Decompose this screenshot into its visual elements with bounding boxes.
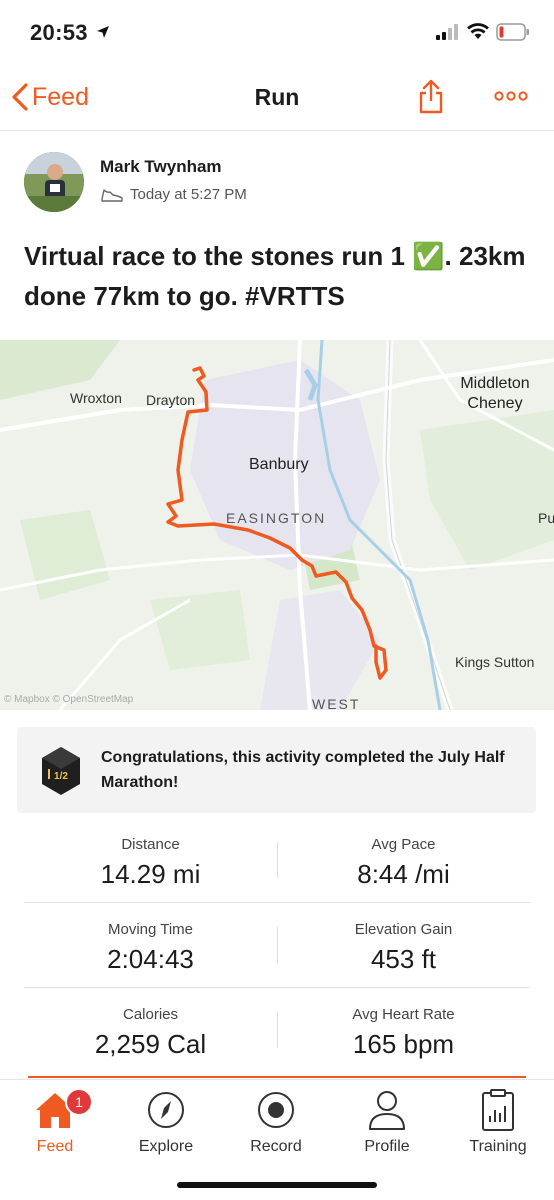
status-time: 20:53 <box>30 20 88 45</box>
wifi-icon <box>467 23 489 39</box>
stat-elevation-gain: Elevation Gain 453 ft <box>277 921 530 975</box>
tab-icon-wrap <box>337 1086 437 1134</box>
avatar-image <box>24 152 84 212</box>
cellular-signal-icon <box>436 24 458 40</box>
stats-row: Moving Time 2:04:43 Elevation Gain 453 f… <box>24 903 530 988</box>
map-label-wroxton: Wroxton <box>70 390 122 406</box>
page-title: Run <box>254 84 300 110</box>
tab-label: Feed <box>36 1138 74 1155</box>
stat-moving-time: Moving Time 2:04:43 <box>24 921 277 975</box>
stats-row: Distance 14.29 mi Avg Pace 8:44 /mi <box>24 818 530 903</box>
athlete-name[interactable]: Mark Twynham <box>100 157 222 177</box>
battery-low-icon <box>496 23 529 41</box>
badge-label: 1/2 <box>54 771 68 782</box>
achievement-text: Congratulations, this activity completed… <box>101 749 505 791</box>
stats-row: Calories 2,259 Cal Avg Heart Rate 165 bp… <box>24 988 530 1072</box>
map-label-middleton-cheney: Middleton Cheney <box>460 375 530 412</box>
compass-icon <box>148 1092 184 1128</box>
challenge-badge-icon: 1/2 <box>42 747 80 795</box>
tab-icon-wrap <box>448 1086 548 1134</box>
stat-label: Moving Time <box>107 921 194 938</box>
stat-value: 2:04:43 <box>107 944 194 974</box>
tab-icon-wrap <box>116 1086 216 1134</box>
tab-label: Record <box>250 1138 302 1155</box>
tab-explore[interactable]: Explore <box>116 1086 216 1156</box>
stat-value: 2,259 Cal <box>94 1029 207 1059</box>
map-label-west: WEST <box>312 696 361 710</box>
map-label-drayton: Drayton <box>146 392 196 408</box>
achievement-banner[interactable]: 1/2 Congratulations, this activity compl… <box>17 727 536 813</box>
home-indicator[interactable] <box>177 1182 377 1188</box>
stat-avg-pace: Avg Pace 8:44 /mi <box>277 836 530 890</box>
record-icon <box>258 1092 294 1128</box>
clipboard-chart-icon <box>482 1089 514 1131</box>
map-attribution[interactable]: © Mapbox © OpenStreetMap <box>4 694 133 705</box>
activity-header: Mark Twynham Today at 5:27 PM <box>24 152 534 216</box>
person-icon <box>369 1091 405 1130</box>
share-icon[interactable] <box>418 78 444 114</box>
stat-avg-heart-rate: Avg Heart Rate 165 bpm <box>277 1006 530 1060</box>
tab-training[interactable]: Training <box>448 1086 548 1156</box>
stat-label: Avg Pace <box>371 836 436 853</box>
stat-label: Elevation Gain <box>354 921 453 938</box>
activity-meta: Today at 5:27 PM <box>100 186 247 203</box>
stat-value: 8:44 /mi <box>357 859 450 889</box>
shoe-icon <box>101 188 123 202</box>
stat-label: Distance <box>121 836 180 853</box>
location-arrow-icon <box>97 26 109 38</box>
tab-profile[interactable]: Profile <box>337 1086 437 1156</box>
more-options-icon[interactable] <box>494 90 528 102</box>
activity-timestamp: Today at 5:27 PM <box>130 186 247 203</box>
stat-value: 165 bpm <box>352 1029 455 1059</box>
notification-badge: 1 <box>65 1088 93 1116</box>
stat-value: 14.29 mi <box>100 859 201 889</box>
stat-distance: Distance 14.29 mi <box>24 836 277 890</box>
tab-label: Training <box>469 1138 527 1155</box>
stats-grid: Distance 14.29 mi Avg Pace 8:44 /mi Movi… <box>24 818 530 1072</box>
stat-label: Avg Heart Rate <box>352 1006 455 1023</box>
tab-icon-wrap <box>226 1086 326 1134</box>
avatar[interactable] <box>24 152 84 212</box>
map-label-pu: Pu <box>538 510 554 526</box>
map-label-banbury: Banbury <box>249 456 309 473</box>
tab-label: Profile <box>364 1138 410 1155</box>
scroll-accent-line <box>28 1076 526 1078</box>
map-label-easington: EASINGTON <box>226 510 327 526</box>
stat-value: 453 ft <box>370 944 437 974</box>
map-label-kings-sutton: Kings Sutton <box>455 654 535 670</box>
tab-feed[interactable]: 1 Feed <box>5 1086 105 1156</box>
stat-label: Calories <box>122 1006 179 1023</box>
tab-icon-wrap: 1 <box>5 1086 105 1134</box>
route-map[interactable]: Wroxton Drayton Banbury EASINGTON Middle… <box>0 340 554 710</box>
status-bar: 20:53 <box>0 0 554 66</box>
stat-calories: Calories 2,259 Cal <box>24 1006 277 1060</box>
activity-title: Virtual race to the stones run 1 ✅. 23km… <box>24 241 526 311</box>
tab-record[interactable]: Record <box>226 1086 326 1156</box>
nav-bar: Feed Run <box>0 66 554 131</box>
tab-label: Explore <box>138 1138 194 1155</box>
